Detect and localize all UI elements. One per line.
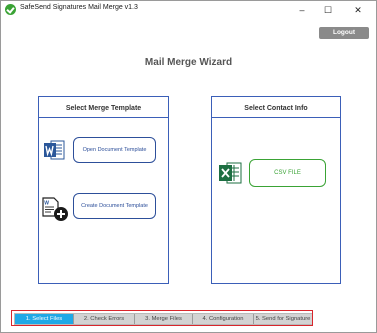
csv-file-button[interactable]: CSV FILE bbox=[249, 159, 326, 187]
step-send-for-signature[interactable]: 5. Send for Signature bbox=[254, 314, 312, 324]
step-configuration[interactable]: 4. Configuration bbox=[193, 314, 254, 324]
title-bar: SafeSend Signatures Mail Merge v1.3 – ☐ … bbox=[1, 1, 376, 19]
minimize-button[interactable]: – bbox=[289, 1, 315, 19]
excel-icon bbox=[219, 162, 242, 184]
panel-divider bbox=[212, 117, 340, 118]
new-document-icon: W bbox=[42, 197, 68, 221]
maximize-button[interactable]: ☐ bbox=[315, 1, 341, 19]
contact-panel-title: Select Contact Info bbox=[244, 105, 308, 112]
panel-divider bbox=[39, 117, 168, 118]
step-merge-files[interactable]: 3. Merge Files bbox=[135, 314, 193, 324]
app-logo-icon bbox=[5, 4, 16, 15]
close-button[interactable]: ✕ bbox=[345, 1, 371, 19]
wizard-steps-bar: 1. Select Files 2. Check Errors 3. Merge… bbox=[14, 313, 312, 325]
wizard-steps: 1. Select Files 2. Check Errors 3. Merge… bbox=[11, 310, 313, 326]
step-check-errors[interactable]: 2. Check Errors bbox=[74, 314, 135, 324]
app-window: SafeSend Signatures Mail Merge v1.3 – ☐ … bbox=[0, 0, 377, 333]
template-panel-title: Select Merge Template bbox=[65, 105, 142, 112]
step-select-files[interactable]: 1. Select Files bbox=[15, 314, 74, 324]
create-document-template-button[interactable]: Create Document Template bbox=[73, 193, 156, 219]
logout-button[interactable]: Logout bbox=[319, 27, 369, 39]
open-document-template-button[interactable]: Open Document Template bbox=[73, 137, 156, 163]
window-title: SafeSend Signatures Mail Merge v1.3 bbox=[20, 4, 138, 11]
template-panel: Select Merge Template Open Document Temp… bbox=[38, 96, 169, 284]
svg-text:W: W bbox=[44, 201, 49, 207]
contact-panel: Select Contact Info CSV FILE bbox=[211, 96, 341, 284]
page-title: Mail Merge Wizard bbox=[144, 57, 233, 68]
word-icon bbox=[44, 140, 65, 160]
